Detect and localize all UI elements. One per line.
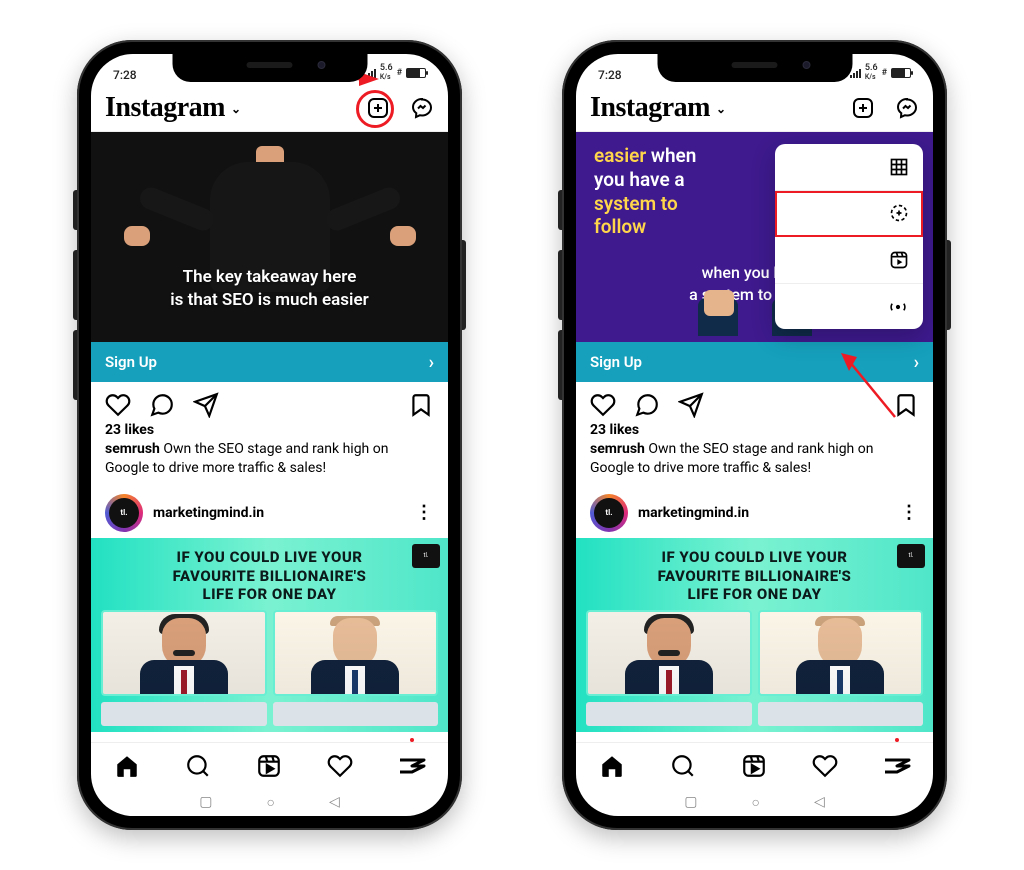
post2-line: IF YOU COULD LIVE YOUR [662,548,848,566]
create-menu: Post Story Reel Live [775,144,923,329]
chevron-down-icon: ⌄ [231,102,241,117]
android-nav: ▢ ○ ◁ [576,788,933,816]
more-button[interactable]: ⋮ [900,502,919,523]
notification-dot [410,738,414,742]
phone-mockup-left: 7:28 5.6K/s # Instagram ⌄ [77,40,462,830]
search-tab[interactable] [670,753,696,779]
activity-tab[interactable] [812,753,838,779]
app-header: Instagram ⌄ [91,84,448,132]
account-name[interactable]: marketingmind.in [638,505,890,521]
brand-badge: tl. [897,544,925,568]
share-button[interactable] [193,392,219,418]
likes-count[interactable]: 23 likes [91,422,448,438]
signal-icon [850,69,861,78]
battery-icon [406,68,426,78]
bottom-nav [91,742,448,788]
android-nav: ▢ ○ ◁ [91,788,448,816]
post-media-2[interactable]: tl. IF YOU COULD LIVE YOUR FAVOURITE BIL… [91,538,448,732]
brand-logo[interactable]: Instagram ⌄ [105,92,241,124]
search-tab[interactable] [185,753,211,779]
back-button[interactable]: ◁ [814,794,825,810]
save-button[interactable] [408,392,434,418]
activity-tab[interactable] [327,753,353,779]
avatar: tl. [592,496,626,530]
menu-item-reel[interactable]: Reel [775,237,923,284]
home-button[interactable]: ○ [266,794,274,811]
more-button[interactable]: ⋮ [415,502,434,523]
billionaire-tile [273,610,439,696]
account-row[interactable]: tl. marketingmind.in ⋮ [91,488,448,538]
media-caption: easier when you have a system to follow [594,144,696,239]
post2-line: FAVOURITE BILLIONAIRE'S [658,567,852,585]
billionaire-tile [586,610,752,696]
status-time: 7:28 [113,68,137,82]
cta-button[interactable]: Sign Up› [91,342,448,382]
phone-mockup-right: 7:28 5.6K/s # Instagram ⌄ [562,40,947,830]
like-button[interactable] [590,392,616,418]
caption-username[interactable]: semrush [105,441,160,457]
hash-icon: # [882,68,887,78]
signal-icon [365,69,376,78]
brand-logo[interactable]: Instagram ⌄ [590,92,726,124]
home-button[interactable]: ○ [751,794,759,811]
home-tab[interactable] [114,753,140,779]
device-notch [657,54,852,82]
recent-apps-button[interactable]: ▢ [684,794,697,810]
post2-line: IF YOU COULD LIVE YOUR [177,548,363,566]
add-post-button[interactable] [366,96,390,120]
brand-badge: tl. [412,544,440,568]
hash-icon: # [397,68,402,78]
reel-icon [889,250,909,270]
home-tab[interactable] [599,753,625,779]
menu-item-post[interactable]: Post [775,144,923,191]
post-caption: semrush Own the SEO stage and rank high … [576,438,933,488]
media-caption-line: The key takeaway here [170,266,368,289]
post-caption: semrush Own the SEO stage and rank high … [91,438,448,488]
post2-line: LIFE FOR ONE DAY [687,585,821,603]
app-header: Instagram ⌄ [576,84,933,132]
chevron-down-icon: ⌄ [716,102,726,117]
device-notch [172,54,367,82]
post-media-2[interactable]: tl. IF YOU COULD LIVE YOUR FAVOURITE BIL… [576,538,933,732]
annotation-arrow [835,347,905,427]
billionaire-tile [101,610,267,696]
share-button[interactable] [678,392,704,418]
reels-tab[interactable] [741,753,767,779]
messenger-button[interactable] [895,96,919,120]
messenger-button[interactable] [410,96,434,120]
post2-line: LIFE FOR ONE DAY [202,585,336,603]
avatar: tl. [107,496,141,530]
billionaire-tile [758,610,924,696]
menu-item-story[interactable]: Story [775,191,923,238]
post2-line: FAVOURITE BILLIONAIRE'S [173,567,367,585]
recent-apps-button[interactable]: ▢ [199,794,212,810]
grid-icon [889,157,909,177]
bottom-nav [576,742,933,788]
comment-button[interactable] [634,392,660,418]
reels-tab[interactable] [256,753,282,779]
profile-tab[interactable] [398,756,426,776]
media-caption-line: is that SEO is much easier [170,289,368,312]
status-time: 7:28 [598,68,622,82]
back-button[interactable]: ◁ [329,794,340,810]
story-icon [889,203,909,223]
notification-dot [895,738,899,742]
add-post-button[interactable] [851,96,875,120]
comment-button[interactable] [149,392,175,418]
account-name[interactable]: marketingmind.in [153,505,405,521]
battery-icon [891,68,911,78]
chevron-right-icon: › [429,352,434,373]
like-button[interactable] [105,392,131,418]
post-media[interactable]: easier when you have a system to follow … [576,132,933,342]
caption-username[interactable]: semrush [590,441,645,457]
account-row[interactable]: tl. marketingmind.in ⋮ [576,488,933,538]
profile-tab[interactable] [883,756,911,776]
chevron-right-icon: › [914,352,919,373]
post-media[interactable]: The key takeaway here is that SEO is muc… [91,132,448,342]
menu-item-live[interactable]: Live [775,284,923,330]
live-icon [887,297,909,317]
